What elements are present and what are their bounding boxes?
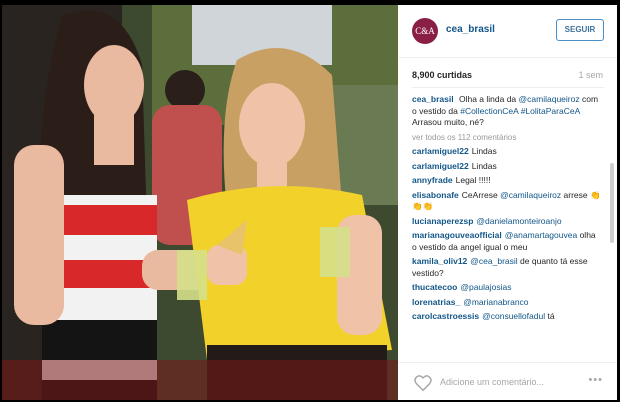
comment-mention[interactable]: @paulajosias	[460, 282, 511, 292]
comment-username[interactable]: lucianaperezsp	[412, 216, 473, 226]
avatar[interactable]: C&A	[412, 18, 438, 44]
comment: lorenatrias_ @marianabranco	[412, 297, 602, 309]
comment: marianagouveaofficial @anamartagouvea olh…	[412, 230, 602, 253]
comment-mention[interactable]: @camilaqueiroz	[500, 190, 561, 200]
comment-text: tá	[547, 311, 555, 321]
comment: thucatecoo @paulajosias	[412, 282, 602, 294]
comment-text: CeArrese	[461, 189, 498, 200]
comment: annyfrade Legal !!!!!	[412, 175, 602, 187]
view-all-comments-link[interactable]: ver todos os 112 comentários	[412, 132, 602, 144]
comment: kamila_oliv12 @cea_brasil de quanto tá es…	[412, 256, 602, 279]
comment-username[interactable]: carlamiguel22	[412, 146, 469, 156]
caption-mention[interactable]: @camilaqueiroz	[519, 94, 580, 104]
divider	[412, 87, 604, 88]
caption: cea_brasil Olha a linda da @camilaqueiro…	[412, 94, 602, 129]
likes-count[interactable]: 8,900 curtidas	[412, 70, 472, 80]
follow-button[interactable]: SEGUIR	[556, 19, 604, 41]
comment-username[interactable]: elisabonafe	[412, 190, 459, 200]
comment: elisabonafe CeArrese @camilaqueiroz arres…	[412, 190, 602, 213]
comment: carlamiguel22 Lindas	[412, 146, 602, 158]
photo-illustration	[2, 5, 398, 400]
caption-username[interactable]: cea_brasil	[412, 94, 454, 104]
instagram-post-modal: C&A cea_brasil SEGUIR 8,900 curtidas 1 s…	[0, 0, 620, 402]
comment: carolcastroessis @consuellofadul tá	[412, 311, 602, 323]
post-photo[interactable]	[2, 5, 398, 400]
comment-text: Legal !!!!!	[455, 175, 491, 185]
comment-mention[interactable]: @anamartagouvea	[505, 230, 577, 240]
comment-username[interactable]: carolcastroessis	[412, 311, 479, 321]
caption-hashtags[interactable]: #CollectionCeA #LolitaParaCeA	[460, 106, 580, 116]
comment-username[interactable]: lorenatrias_	[412, 297, 460, 307]
comment-mention[interactable]: @cea_brasil	[470, 256, 517, 266]
post-footer: Adicione um comentário... •••	[398, 362, 617, 400]
add-comment-input[interactable]: Adicione um comentário...	[440, 377, 544, 387]
caption-text-3: Arrasou muito, né?	[412, 117, 484, 127]
comments-scrollbar[interactable]	[610, 163, 614, 243]
comments-list: cea_brasil Olha a linda da @camilaqueiro…	[412, 94, 602, 359]
post-time[interactable]: 1 sem	[578, 70, 603, 80]
comment-username[interactable]: carlamiguel22	[412, 161, 469, 171]
comment-mention[interactable]: @marianabranco	[463, 297, 528, 307]
heart-icon[interactable]	[414, 375, 432, 391]
comment: carlamiguel22 Lindas	[412, 161, 602, 173]
username-link[interactable]: cea_brasil	[446, 24, 495, 35]
comment-mention[interactable]: @danielamonteiroanjo	[476, 216, 561, 226]
comment-text: Lindas	[471, 160, 497, 171]
post-header: C&A cea_brasil SEGUIR	[398, 5, 617, 58]
caption-text: Olha a linda da	[458, 94, 517, 104]
comment-username[interactable]: thucatecoo	[412, 282, 457, 292]
comment-username[interactable]: marianagouveaofficial	[412, 230, 502, 240]
comment-username[interactable]: annyfrade	[412, 175, 453, 185]
comment-text: Lindas	[471, 146, 497, 156]
comment-mention[interactable]: @consuellofadul	[482, 311, 545, 321]
more-icon[interactable]: •••	[588, 374, 603, 386]
post-side-panel: C&A cea_brasil SEGUIR 8,900 curtidas 1 s…	[398, 5, 617, 400]
comment: lucianaperezsp @danielamonteiroanjo	[412, 216, 602, 228]
comment-username[interactable]: kamila_oliv12	[412, 256, 467, 266]
